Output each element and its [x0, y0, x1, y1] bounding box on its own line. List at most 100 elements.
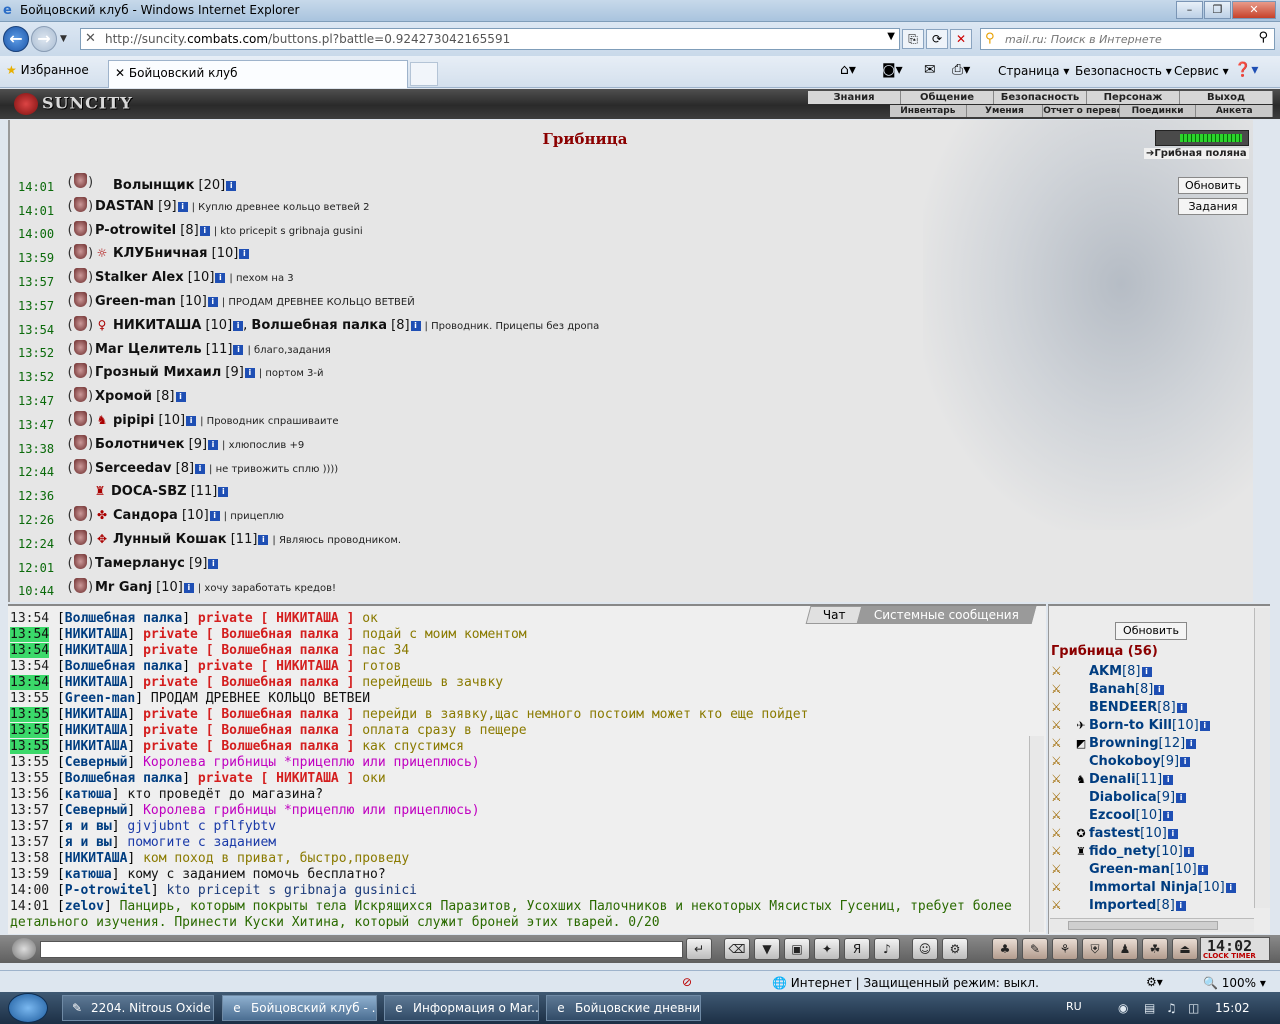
chat-time[interactable]: 13:54	[10, 675, 50, 690]
online-user[interactable]: ⚔ Imported[8] i	[1051, 898, 1251, 916]
online-user[interactable]: ⚔ Chokoboy[9] i	[1051, 754, 1251, 772]
online-user[interactable]: ⚔ BENDEER[8] i	[1051, 700, 1251, 718]
menu-security[interactable]: Безопасность	[994, 91, 1087, 104]
online-user[interactable]: ⚔ ◩ Browning[12] i	[1051, 736, 1251, 754]
alignment-icon[interactable]: ☼	[95, 246, 109, 260]
online-user[interactable]: ⚔ Diabolica[9] i	[1051, 790, 1251, 808]
online-user-name[interactable]: Denali	[1089, 772, 1136, 787]
info-icon[interactable]: i	[1141, 667, 1152, 677]
alignment-icon[interactable]: ♞	[95, 413, 109, 427]
chat-nick[interactable]: [катюша]	[57, 867, 120, 882]
menu-knowledge[interactable]: Знания	[808, 91, 901, 104]
clan-shield-icon[interactable]: ()	[66, 173, 95, 190]
chat-time[interactable]: 13:55	[10, 723, 50, 738]
sound-icon[interactable]: ♪	[874, 938, 900, 960]
private-swords-icon[interactable]: ⚔	[1051, 736, 1073, 750]
clan-shield-icon[interactable]: ()	[66, 434, 95, 452]
filter-icon[interactable]: ▼	[754, 938, 780, 960]
private-swords-icon[interactable]: ⚔	[1051, 862, 1073, 876]
mail-icon[interactable]: ✉	[924, 62, 936, 78]
info-icon[interactable]: i	[233, 320, 244, 331]
online-user-name[interactable]: Browning	[1089, 736, 1159, 751]
online-user[interactable]: ⚔ Immortal Ninja[10] i	[1051, 880, 1251, 898]
info-icon[interactable]: i	[1163, 811, 1174, 821]
chat-time[interactable]: 13:58	[10, 851, 49, 866]
zoom-level[interactable]: 🔍 100% ▾	[1203, 976, 1266, 990]
address-dropdown-icon[interactable]: ▼	[887, 31, 895, 42]
volume-icon[interactable]: ♫	[1166, 1001, 1177, 1015]
chat-scrollbar[interactable]	[1029, 736, 1044, 932]
player-name[interactable]: DASTAN	[95, 199, 154, 214]
tab-chat[interactable]: Чат	[805, 606, 863, 624]
info-icon[interactable]: i	[1199, 721, 1210, 731]
player-name[interactable]: Грозный Михаил	[95, 365, 221, 380]
network-icon[interactable]: ▤	[1144, 1001, 1155, 1015]
player-name[interactable]: Хромой	[95, 389, 152, 404]
private-swords-icon[interactable]: ⚔	[1051, 664, 1073, 678]
clan-shield-icon[interactable]: ()	[66, 220, 95, 238]
save-log-icon[interactable]: ▣	[784, 938, 810, 960]
taskbar-item-4[interactable]: e Бойцовские дневни...	[546, 995, 701, 1021]
new-tab-button[interactable]	[410, 62, 438, 86]
exit-icon[interactable]: ⏏	[1172, 938, 1198, 960]
online-user[interactable]: ⚔ ♜ fido_nety[10] i	[1051, 844, 1251, 862]
minimize-button[interactable]: –	[1176, 1, 1203, 19]
player-name[interactable]: Маг Целитель	[95, 342, 202, 357]
online-user[interactable]: ⚔ Ezcool[10] i	[1051, 808, 1251, 826]
info-icon[interactable]: i	[208, 558, 219, 569]
info-icon[interactable]: i	[1163, 775, 1174, 785]
menu-inventory[interactable]: Инвентарь	[890, 105, 967, 117]
player-name[interactable]: DOCA-SBZ	[111, 484, 187, 499]
chat-private-tag[interactable]: private [ Волшебная палка ]	[143, 675, 354, 690]
url-text[interactable]: http://suncity.combats.com/buttons.pl?ba…	[105, 32, 510, 46]
online-user[interactable]: ⚔ ✈ Born-to Kill[10] i	[1051, 718, 1251, 736]
online-user-name[interactable]: Ezcool	[1089, 808, 1135, 823]
online-user[interactable]: ⚔ Green-man[10] i	[1051, 862, 1251, 880]
security-zone[interactable]: 🌐 Интернет | Защищенный режим: выкл.	[772, 976, 1039, 990]
alignment-icon[interactable]: ✤	[95, 508, 109, 522]
chat-nick[interactable]: [я и вы]	[57, 835, 120, 850]
info-icon[interactable]: i	[199, 225, 210, 236]
page-menu[interactable]: Страница ▾	[998, 64, 1069, 78]
private-swords-icon[interactable]: ⚔	[1051, 898, 1073, 912]
recent-pages-dropdown[interactable]: ▼	[60, 34, 67, 44]
chat-nick[interactable]: [катюша]	[57, 787, 120, 802]
chat-time[interactable]: 13:54	[10, 643, 50, 658]
menu-fights[interactable]: Поединки	[1120, 105, 1197, 117]
menu-transfer-report[interactable]: Отчет о переводах	[1043, 105, 1120, 117]
info-icon[interactable]: i	[1176, 703, 1187, 713]
info-icon[interactable]: i	[1167, 829, 1178, 839]
chat-time[interactable]: 13:55	[10, 739, 50, 754]
online-user-name[interactable]: fastest	[1089, 826, 1140, 841]
online-scrollbar-horizontal[interactable]	[1050, 918, 1254, 932]
chat-time[interactable]: 13:54	[10, 611, 49, 626]
search-input[interactable]	[1005, 31, 1245, 47]
chat-nick[interactable]: [Северный]	[57, 803, 135, 818]
chat-time[interactable]: 14:01	[10, 899, 49, 914]
player-name[interactable]: Болотничек	[95, 437, 184, 452]
private-swords-icon[interactable]: ⚔	[1051, 790, 1073, 804]
online-user[interactable]: ⚔ Banah[8] i	[1051, 682, 1251, 700]
chat-time[interactable]: 13:54	[10, 627, 50, 642]
clan-shield-icon[interactable]: ()	[66, 577, 95, 595]
info-icon[interactable]: i	[195, 463, 206, 474]
help-icon[interactable]: ❓▾	[1234, 62, 1258, 78]
info-icon[interactable]: i	[215, 273, 226, 284]
info-icon[interactable]: i	[209, 511, 220, 522]
player-name[interactable]: pipipi	[113, 413, 154, 428]
clan-shield-icon[interactable]: ()	[66, 268, 95, 285]
chat-private-tag[interactable]: private [ Волшебная палка ]	[143, 643, 354, 658]
clan-shield-icon[interactable]: ()	[66, 339, 95, 357]
start-button[interactable]	[8, 993, 48, 1023]
eraser-icon[interactable]: ⌫	[724, 938, 750, 960]
info-icon[interactable]: i	[258, 534, 269, 545]
player-name[interactable]: Тамерланус	[95, 556, 185, 571]
chat-nick[interactable]: [Северный]	[57, 755, 135, 770]
clan-shield-icon[interactable]: ()	[66, 196, 95, 214]
avatar-icon[interactable]	[12, 938, 36, 960]
clan-shield-icon[interactable]: ()	[66, 244, 95, 261]
private-swords-icon[interactable]: ⚔	[1051, 700, 1073, 714]
info-icon[interactable]: i	[1186, 739, 1197, 749]
chat-nick[interactable]: [НИКИТАША]	[57, 723, 135, 738]
chat-private-tag[interactable]: private [ НИКИТАША ]	[198, 771, 355, 786]
